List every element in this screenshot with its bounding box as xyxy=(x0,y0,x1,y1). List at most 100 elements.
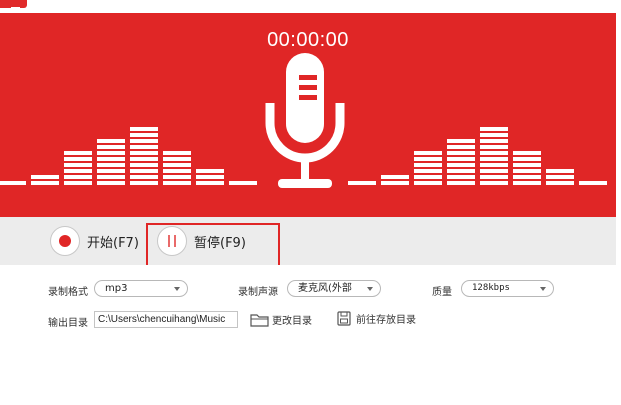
chevron-down-icon xyxy=(174,287,180,291)
equalizer-segment xyxy=(414,157,442,161)
equalizer-segment xyxy=(97,157,125,161)
recording-banner: 00:00:00 xyxy=(0,13,616,217)
equalizer-segment xyxy=(130,175,158,179)
equalizer-segment xyxy=(31,175,59,179)
equalizer-segment xyxy=(480,157,508,161)
format-select[interactable]: mp3 xyxy=(94,280,188,297)
equalizer-segment xyxy=(163,151,191,155)
equalizer-segment xyxy=(130,127,158,131)
equalizer-segment xyxy=(97,175,125,179)
equalizer-segment xyxy=(447,163,475,167)
equalizer-segment xyxy=(97,151,125,155)
equalizer-segment xyxy=(447,157,475,161)
equalizer-segment xyxy=(130,157,158,161)
window-edge xyxy=(616,13,621,405)
equalizer-segment xyxy=(0,181,26,185)
equalizer-segment xyxy=(513,175,541,179)
equalizer-segment xyxy=(447,181,475,185)
equalizer-segment xyxy=(381,181,409,185)
equalizer-segment xyxy=(579,181,607,185)
equalizer-segment xyxy=(163,181,191,185)
folder-icon xyxy=(250,313,269,327)
title-bar xyxy=(0,0,621,13)
start-label: 开始(F7) xyxy=(87,235,139,251)
equalizer-segment xyxy=(130,133,158,137)
source-value: 麦克风(外部 xyxy=(298,283,352,294)
equalizer-segment xyxy=(513,157,541,161)
control-bar: 开始(F7) 暂停(F9) xyxy=(0,217,616,265)
equalizer-segment xyxy=(480,169,508,173)
equalizer-segment xyxy=(64,163,92,167)
equalizer-segment xyxy=(447,139,475,143)
equalizer-segment xyxy=(64,169,92,173)
equalizer-segment xyxy=(130,139,158,143)
equalizer-segment xyxy=(163,163,191,167)
equalizer-segment xyxy=(348,181,376,185)
save-icon xyxy=(337,311,351,326)
equalizer-segment xyxy=(130,181,158,185)
equalizer-segment xyxy=(163,169,191,173)
chevron-down-icon xyxy=(367,287,373,291)
equalizer-segment xyxy=(64,175,92,179)
start-button[interactable]: 开始(F7) xyxy=(50,225,139,257)
equalizer-segment xyxy=(97,181,125,185)
settings-panel: 录制格式 mp3 录制声源 麦克风(外部 质量 128kbps 输出目录 C:\… xyxy=(0,265,616,345)
equalizer-segment xyxy=(546,169,574,173)
equalizer-segment xyxy=(480,133,508,137)
equalizer-segment xyxy=(64,181,92,185)
equalizer-right xyxy=(348,127,607,185)
record-icon xyxy=(50,226,80,256)
format-label: 录制格式 xyxy=(48,287,88,298)
equalizer-segment xyxy=(414,163,442,167)
equalizer-segment xyxy=(480,175,508,179)
equalizer-segment xyxy=(513,151,541,155)
equalizer-segment xyxy=(480,181,508,185)
app-logo-icon xyxy=(0,0,27,9)
equalizer-segment xyxy=(97,169,125,173)
equalizer-segment xyxy=(130,145,158,149)
output-label: 输出目录 xyxy=(48,318,88,329)
change-directory-button[interactable]: 更改目录 xyxy=(250,312,312,327)
equalizer-segment xyxy=(546,181,574,185)
source-label: 录制声源 xyxy=(238,287,278,298)
equalizer-segment xyxy=(130,151,158,155)
equalizer-segment xyxy=(163,157,191,161)
equalizer-segment xyxy=(64,151,92,155)
quality-label: 质量 xyxy=(432,287,452,298)
equalizer-segment xyxy=(163,175,191,179)
equalizer-segment xyxy=(31,181,59,185)
output-path-field[interactable]: C:\Users\chencuihang\Music xyxy=(94,311,238,328)
equalizer-segment xyxy=(447,169,475,173)
microphone-icon xyxy=(265,53,345,188)
equalizer-segment xyxy=(97,139,125,143)
equalizer-segment xyxy=(513,169,541,173)
equalizer-segment xyxy=(480,127,508,131)
change-directory-label: 更改目录 xyxy=(272,316,312,327)
open-directory-button[interactable]: 前往存放目录 xyxy=(337,311,416,326)
equalizer-segment xyxy=(414,169,442,173)
equalizer-segment xyxy=(196,175,224,179)
equalizer-segment xyxy=(414,175,442,179)
pause-highlight-box xyxy=(146,223,280,270)
open-directory-label: 前往存放目录 xyxy=(356,315,416,326)
equalizer-segment xyxy=(196,181,224,185)
equalizer-segment xyxy=(229,181,257,185)
equalizer-segment xyxy=(414,151,442,155)
source-select[interactable]: 麦克风(外部 xyxy=(287,280,381,297)
equalizer-segment xyxy=(97,145,125,149)
equalizer-segment xyxy=(480,163,508,167)
equalizer-segment xyxy=(513,163,541,167)
equalizer-segment xyxy=(196,169,224,173)
equalizer-segment xyxy=(414,181,442,185)
equalizer-segment xyxy=(447,145,475,149)
chevron-down-icon xyxy=(540,287,546,291)
equalizer-segment xyxy=(546,175,574,179)
format-value: mp3 xyxy=(105,283,128,294)
equalizer-segment xyxy=(97,163,125,167)
quality-select[interactable]: 128kbps xyxy=(461,280,554,297)
equalizer-left xyxy=(0,127,257,185)
equalizer-segment xyxy=(130,169,158,173)
equalizer-segment xyxy=(381,175,409,179)
equalizer-segment xyxy=(480,151,508,155)
equalizer-segment xyxy=(64,157,92,161)
